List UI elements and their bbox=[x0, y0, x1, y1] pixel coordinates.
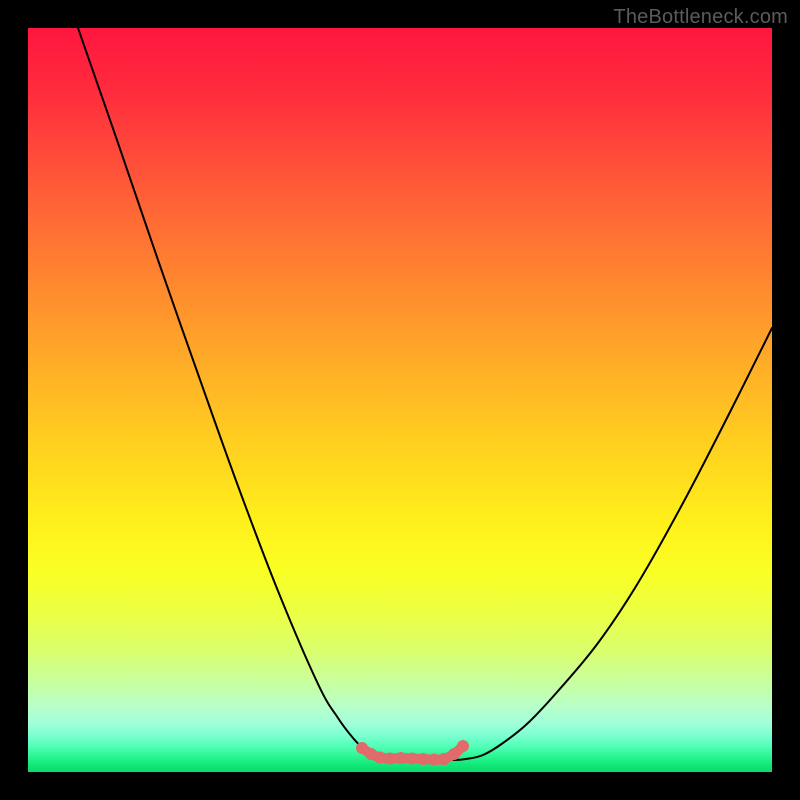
curve-svg bbox=[28, 28, 772, 772]
right-branch-line bbox=[446, 328, 772, 760]
bottom-marker-group bbox=[356, 740, 469, 766]
watermark-text: TheBottleneck.com bbox=[613, 6, 788, 29]
chart-stage: TheBottleneck.com bbox=[0, 0, 800, 800]
left-branch-line bbox=[78, 28, 376, 757]
marker-dot bbox=[448, 748, 460, 760]
plot-area bbox=[28, 28, 772, 772]
marker-dot bbox=[406, 753, 418, 765]
marker-dot bbox=[457, 740, 469, 752]
marker-dot bbox=[417, 753, 429, 765]
marker-dot bbox=[384, 753, 396, 765]
marker-dot bbox=[395, 752, 407, 764]
